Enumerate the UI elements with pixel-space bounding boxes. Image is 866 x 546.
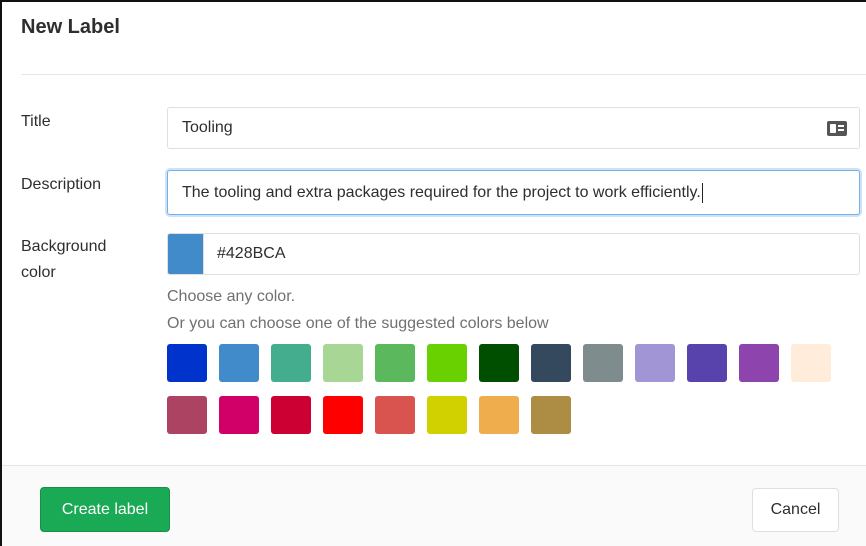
- title-input-value: Tooling: [182, 119, 233, 136]
- color-swatch[interactable]: [583, 344, 623, 382]
- color-swatch[interactable]: [791, 344, 831, 382]
- page-title: New Label: [21, 16, 120, 38]
- color-swatch[interactable]: [271, 344, 311, 382]
- header-divider: [21, 74, 866, 75]
- background-color-input[interactable]: #428BCA: [203, 234, 859, 274]
- color-swatch[interactable]: [531, 344, 571, 382]
- suggested-colors: [167, 344, 866, 434]
- contact-card-icon: [827, 121, 847, 136]
- title-label: Title: [21, 113, 51, 130]
- color-swatch[interactable]: [531, 396, 571, 434]
- color-swatch[interactable]: [323, 396, 363, 434]
- color-swatch[interactable]: [219, 396, 259, 434]
- color-swatch[interactable]: [427, 344, 467, 382]
- title-input[interactable]: Tooling: [167, 107, 860, 149]
- color-swatch[interactable]: [323, 344, 363, 382]
- description-input[interactable]: The tooling and extra packages required …: [167, 170, 860, 215]
- color-swatch[interactable]: [427, 396, 467, 434]
- color-swatch[interactable]: [219, 344, 259, 382]
- description-input-value: The tooling and extra packages required …: [182, 183, 701, 201]
- description-label: Description: [21, 176, 102, 193]
- cancel-button[interactable]: Cancel: [752, 488, 839, 532]
- color-help-text: Choose any color.: [167, 288, 296, 305]
- background-color-label: Background color: [21, 238, 107, 281]
- color-swatch[interactable]: [167, 344, 207, 382]
- background-color-input-group: #428BCA: [167, 233, 860, 275]
- color-swatch[interactable]: [479, 396, 519, 434]
- color-swatch[interactable]: [635, 344, 675, 382]
- color-preview-swatch[interactable]: [168, 234, 203, 274]
- color-swatch[interactable]: [375, 396, 415, 434]
- color-swatch[interactable]: [479, 344, 519, 382]
- color-swatch[interactable]: [271, 396, 311, 434]
- form-footer: Create label Cancel: [2, 465, 866, 546]
- background-color-value: #428BCA: [217, 245, 286, 262]
- color-swatch[interactable]: [739, 344, 779, 382]
- text-caret: [701, 182, 703, 203]
- color-swatch[interactable]: [375, 344, 415, 382]
- color-swatch[interactable]: [167, 396, 207, 434]
- color-swatch[interactable]: [687, 344, 727, 382]
- suggested-colors-help-text: Or you can choose one of the suggested c…: [167, 315, 549, 332]
- create-label-button[interactable]: Create label: [40, 487, 170, 532]
